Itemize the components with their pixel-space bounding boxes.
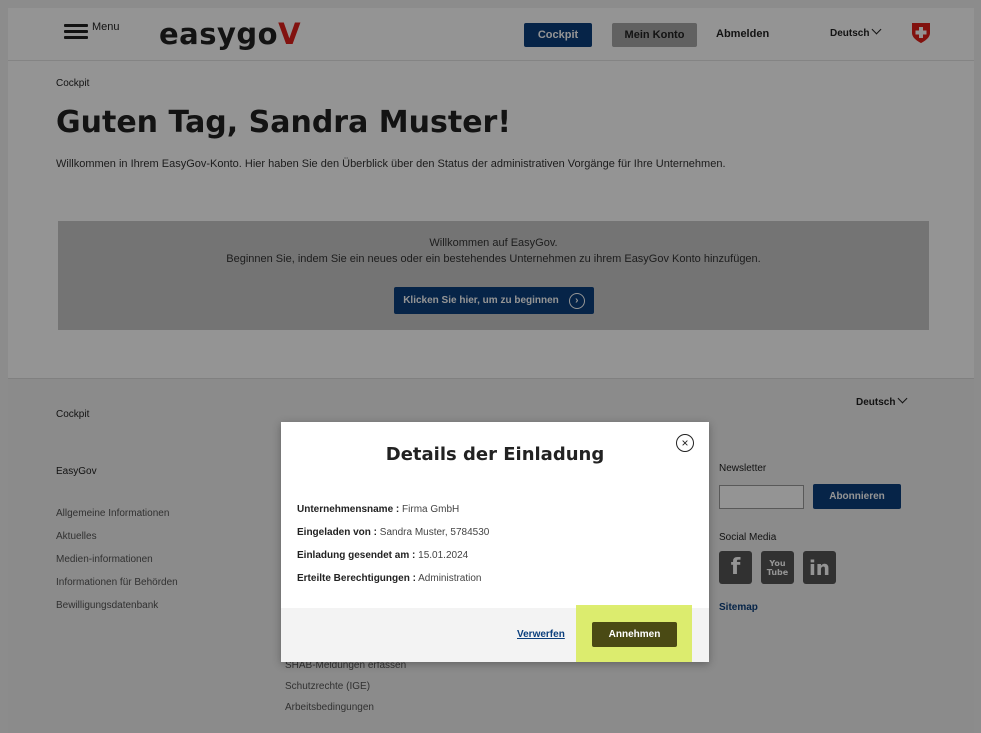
invitation-details: Unternehmensname : Firma GmbH Eingeladen…	[297, 504, 489, 596]
invitation-dialog: Details der Einladung × Unternehmensname…	[281, 422, 709, 662]
detail-value: Administration	[415, 573, 482, 584]
detail-label: Eingeladen von :	[297, 527, 378, 538]
detail-value: 15.01.2024	[415, 550, 469, 561]
detail-label: Unternehmensname :	[297, 504, 400, 515]
detail-value: Firma GmbH	[399, 504, 460, 515]
detail-row: Erteilte Berechtigungen : Administration	[297, 573, 489, 596]
detail-label: Erteilte Berechtigungen :	[297, 573, 416, 584]
detail-value: Sandra Muster, 5784530	[377, 527, 490, 538]
detail-row: Eingeladen von : Sandra Muster, 5784530	[297, 527, 489, 550]
close-icon[interactable]: ×	[676, 434, 694, 452]
dialog-title: Details der Einladung	[385, 444, 605, 465]
accept-button[interactable]: Annehmen	[592, 622, 677, 647]
detail-label: Einladung gesendet am :	[297, 550, 416, 561]
dialog-footer: Verwerfen Annehmen	[281, 605, 709, 662]
discard-link[interactable]: Verwerfen	[517, 629, 565, 640]
detail-row: Einladung gesendet am : 15.01.2024	[297, 550, 489, 573]
detail-row: Unternehmensname : Firma GmbH	[297, 504, 489, 527]
